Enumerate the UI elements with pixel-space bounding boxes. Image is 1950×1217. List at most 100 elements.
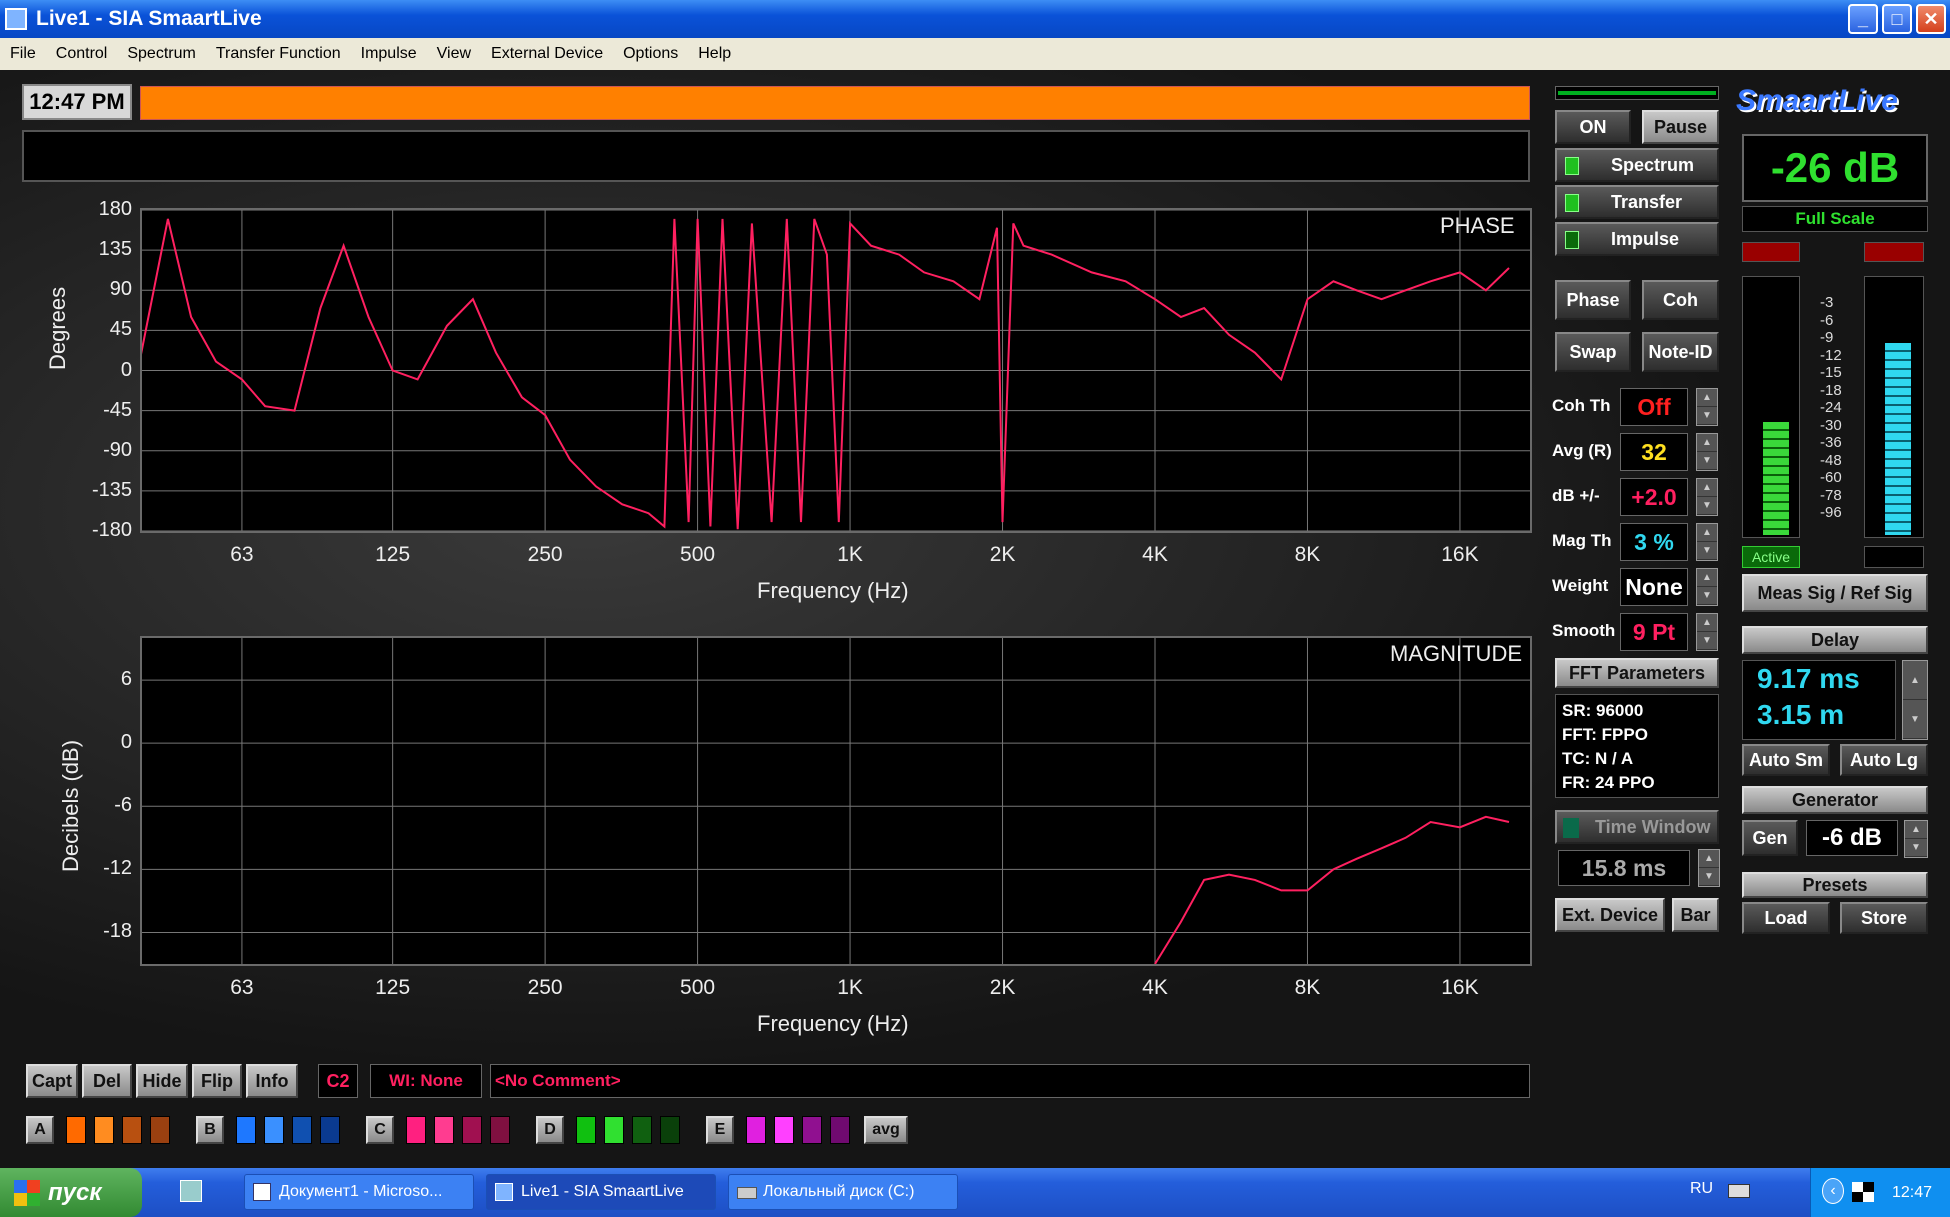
impulse-button[interactable]: Impulse <box>1555 222 1719 256</box>
trace-swatch-d[interactable] <box>632 1116 652 1144</box>
capt-button[interactable]: Capt <box>26 1064 78 1098</box>
trace-swatch-c[interactable] <box>462 1116 482 1144</box>
avg-button[interactable]: avg <box>864 1116 908 1144</box>
time-window-stepper[interactable]: ▲ ▼ <box>1698 849 1720 887</box>
trace-swatch-b[interactable] <box>320 1116 340 1144</box>
close-button[interactable]: ✕ <box>1916 4 1946 34</box>
menu-impulse[interactable]: Impulse <box>351 45 427 63</box>
trace-swatch-b[interactable] <box>264 1116 284 1144</box>
quicklaunch-icon[interactable] <box>180 1180 202 1202</box>
task-document1[interactable]: Документ1 - Microso... <box>244 1174 474 1210</box>
load-button[interactable]: Load <box>1742 902 1830 934</box>
pause-button[interactable]: Pause <box>1642 110 1719 144</box>
presets-button[interactable]: Presets <box>1742 872 1928 898</box>
flip-button[interactable]: Flip <box>192 1064 242 1098</box>
meas-ref-button[interactable]: Meas Sig / Ref Sig <box>1742 574 1928 612</box>
trace-swatch-a[interactable] <box>94 1116 114 1144</box>
transfer-led-icon <box>1565 194 1579 212</box>
language-indicator[interactable]: RU <box>1690 1180 1713 1198</box>
meter-scale-tick: -96 <box>1820 504 1842 521</box>
mag-th-value[interactable]: 3 % <box>1620 523 1688 561</box>
trace-group-a-button[interactable]: A <box>26 1116 54 1144</box>
trace-swatch-a[interactable] <box>122 1116 142 1144</box>
swap-button[interactable]: Swap <box>1555 332 1631 372</box>
gen-level-value[interactable]: -6 dB <box>1806 820 1898 856</box>
coh-th-stepper[interactable]: ▲ ▼ <box>1696 388 1718 426</box>
avg-stepper[interactable]: ▲ ▼ <box>1696 433 1718 471</box>
tray-expand-icon[interactable]: ‹ <box>1822 1178 1844 1204</box>
start-button[interactable]: пуск <box>0 1168 142 1217</box>
magnitude-xtick: 63 <box>230 976 254 999</box>
weight-stepper[interactable]: ▲ ▼ <box>1696 568 1718 606</box>
trace-swatch-e[interactable] <box>746 1116 766 1144</box>
menu-options[interactable]: Options <box>613 45 688 63</box>
menu-help[interactable]: Help <box>688 45 741 63</box>
trace-group-b-button[interactable]: B <box>196 1116 224 1144</box>
transfer-button[interactable]: Transfer <box>1555 185 1719 219</box>
menu-view[interactable]: View <box>427 45 481 63</box>
trace-group-d-button[interactable]: D <box>536 1116 564 1144</box>
store-button[interactable]: Store <box>1840 902 1928 934</box>
phase-ytick: 45 <box>109 318 132 341</box>
phase-trace <box>142 218 1510 530</box>
db-stepper[interactable]: ▲ ▼ <box>1696 478 1718 516</box>
task-document1-label: Документ1 - Microso... <box>279 1183 443 1200</box>
mag-th-stepper[interactable]: ▲ ▼ <box>1696 523 1718 561</box>
maximize-button[interactable]: □ <box>1882 4 1912 34</box>
wi-indicator[interactable]: WI: None <box>370 1064 482 1098</box>
task-smaartlive[interactable]: Live1 - SIA SmaartLive <box>486 1174 716 1210</box>
menu-file[interactable]: File <box>0 45 46 63</box>
weight-value[interactable]: None <box>1620 568 1688 606</box>
delay-stepper[interactable]: ▲ ▼ <box>1902 660 1928 740</box>
del-button[interactable]: Del <box>82 1064 132 1098</box>
trace-swatch-a[interactable] <box>66 1116 86 1144</box>
ext-device-button[interactable]: Ext. Device <box>1555 898 1665 932</box>
time-window-button[interactable]: Time Window <box>1555 810 1719 844</box>
trace-swatch-c[interactable] <box>490 1116 510 1144</box>
trace-swatch-a[interactable] <box>150 1116 170 1144</box>
coh-th-value[interactable]: Off <box>1620 388 1688 426</box>
trace-group-c-button[interactable]: C <box>366 1116 394 1144</box>
smooth-stepper[interactable]: ▲ ▼ <box>1696 613 1718 651</box>
trace-swatch-d[interactable] <box>660 1116 680 1144</box>
trace-swatch-e[interactable] <box>774 1116 794 1144</box>
minimize-button[interactable]: _ <box>1848 4 1878 34</box>
trace-swatch-e[interactable] <box>802 1116 822 1144</box>
generator-button[interactable]: Generator <box>1742 786 1928 814</box>
comment-field[interactable]: <No Comment> <box>490 1064 1530 1098</box>
trace-group-e-button[interactable]: E <box>706 1116 734 1144</box>
info-button[interactable]: Info <box>246 1064 298 1098</box>
trace-swatch-c[interactable] <box>406 1116 426 1144</box>
gen-level-stepper[interactable]: ▲ ▼ <box>1904 820 1928 858</box>
trace-swatch-b[interactable] <box>292 1116 312 1144</box>
trace-swatch-e[interactable] <box>830 1116 850 1144</box>
db-value[interactable]: +2.0 <box>1620 478 1688 516</box>
fft-parameters-button[interactable]: FFT Parameters <box>1555 658 1719 688</box>
gen-button[interactable]: Gen <box>1742 820 1798 856</box>
avg-value[interactable]: 32 <box>1620 433 1688 471</box>
coh-button[interactable]: Coh <box>1642 280 1719 320</box>
time-window-value[interactable]: 15.8 ms <box>1558 850 1690 886</box>
trace-swatch-b[interactable] <box>236 1116 256 1144</box>
menu-control[interactable]: Control <box>46 45 118 63</box>
trace-swatch-d[interactable] <box>604 1116 624 1144</box>
smooth-value[interactable]: 9 Pt <box>1620 613 1688 651</box>
spectrum-label: Spectrum <box>1611 154 1695 175</box>
phase-button[interactable]: Phase <box>1555 280 1631 320</box>
trace-swatch-c[interactable] <box>434 1116 454 1144</box>
trace-swatch-d[interactable] <box>576 1116 596 1144</box>
on-button[interactable]: ON <box>1555 110 1631 144</box>
delay-button[interactable]: Delay <box>1742 626 1928 654</box>
auto-lg-button[interactable]: Auto Lg <box>1840 744 1928 776</box>
note-id-button[interactable]: Note-ID <box>1642 332 1719 372</box>
menu-transfer-function[interactable]: Transfer Function <box>206 45 351 63</box>
menu-spectrum[interactable]: Spectrum <box>117 45 205 63</box>
bar-button[interactable]: Bar <box>1672 898 1719 932</box>
task-local-disk[interactable]: Локальный диск (C:) <box>728 1174 958 1210</box>
hide-button[interactable]: Hide <box>136 1064 188 1098</box>
spectrum-button[interactable]: Spectrum <box>1555 148 1719 182</box>
auto-sm-button[interactable]: Auto Sm <box>1742 744 1830 776</box>
menu-external-device[interactable]: External Device <box>481 45 613 63</box>
keyboard-icon[interactable] <box>1728 1184 1750 1198</box>
tray-app-icon[interactable] <box>1852 1182 1874 1202</box>
